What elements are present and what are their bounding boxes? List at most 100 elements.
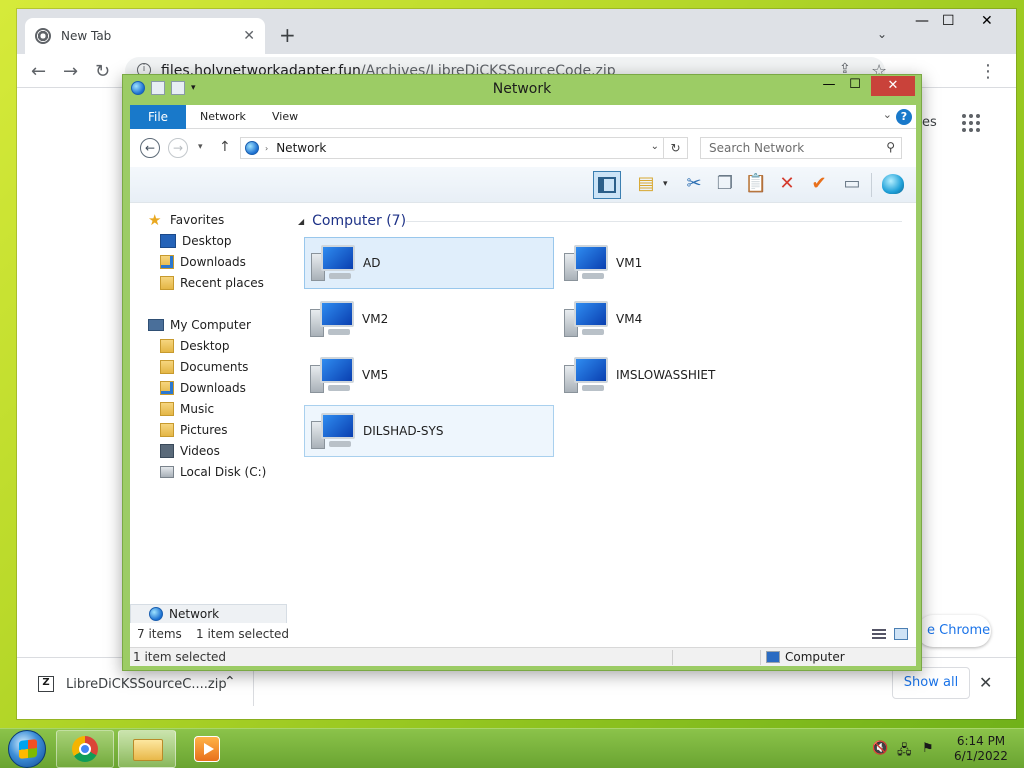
download-item-name[interactable]: LibreDiCKSSourceC....zip [66,677,227,692]
keyboard-icon[interactable]: ▭ [838,171,866,199]
computer-item-vm4[interactable]: VM4 [558,293,808,345]
ribbon-collapse-chevron-icon[interactable]: ⌄ [883,108,892,121]
computer-item-imslowasshiet[interactable]: IMSLOWASSHIET [558,349,808,401]
address-separator-icon[interactable]: › [265,144,268,153]
nav-fav-recent-places[interactable]: Recent places [160,276,264,290]
chrome-menu-button[interactable]: ⋮ [979,61,997,82]
tab-view[interactable]: View [272,110,298,123]
nav-mc-desktop[interactable]: Desktop [160,339,230,353]
nav-item-label: Desktop [180,339,230,353]
navigation-pane: ★ Favorites Desktop Downloads Recent pla… [130,203,288,624]
nav-mc-local-disk[interactable]: Local Disk (C:) [160,465,266,479]
forward-button[interactable]: → [63,61,78,82]
computer-item-dilshad-sys[interactable]: DILSHAD-SYS [304,405,554,457]
explorer-close-button[interactable]: ✕ [871,76,915,96]
group-header[interactable]: ◢ Computer (7) [298,213,406,229]
reload-button[interactable]: ↻ [95,61,110,82]
refresh-button[interactable]: ↻ [664,137,688,159]
nav-mc-music[interactable]: Music [160,402,214,416]
back-button[interactable]: ← [31,61,46,82]
address-bar[interactable]: › Network ⌄ [240,137,664,159]
action-center-flag-icon[interactable]: ⚑ [922,741,934,756]
explorer-titlebar[interactable]: ▾ Network — ☐ ✕ [123,75,921,105]
volume-muted-icon[interactable]: 🔇 [872,741,888,756]
explorer-maximize-button[interactable]: ☐ [841,77,869,97]
up-button[interactable]: ↑ [219,139,231,155]
downloads-folder-icon [160,381,174,395]
address-dropdown-icon[interactable]: ⌄ [651,141,659,152]
nav-item-label: Videos [180,444,220,458]
copy-icon[interactable]: ❐ [711,171,739,199]
start-button[interactable] [8,730,46,768]
nav-fav-downloads[interactable]: Downloads [160,255,246,269]
chrome-favicon-icon [35,28,51,44]
google-apps-icon[interactable] [962,114,980,132]
nav-network-item: Network [149,607,219,621]
details-view-icon[interactable] [872,629,886,641]
explorer-forward-button[interactable]: → [168,138,188,158]
nav-mc-pictures[interactable]: Pictures [160,423,228,437]
nav-mc-documents[interactable]: Documents [160,360,248,374]
group-header-label: Computer (7) [312,213,407,229]
large-icons-view-icon[interactable] [894,628,908,640]
explorer-back-button[interactable]: ← [140,138,160,158]
download-shelf-close-button[interactable]: ✕ [979,673,992,692]
computer-item-vm5[interactable]: VM5 [304,349,554,401]
taskbar-explorer-button[interactable] [118,730,176,768]
nav-item-label: Documents [180,360,249,374]
status-bar-bottom: 1 item selected Computer [130,647,916,666]
nav-mc-downloads[interactable]: Downloads [160,381,246,395]
chrome-maximize-button[interactable]: ☐ [942,13,955,29]
layout-pane-button[interactable] [593,171,621,199]
status-separator [760,650,761,665]
group-collapse-icon[interactable]: ◢ [298,217,304,226]
properties-dropdown-icon[interactable]: ▾ [663,179,668,189]
explorer-minimize-button[interactable]: — [815,77,843,97]
customize-chrome-button[interactable]: e Chrome [917,615,991,647]
computer-name: AD [363,256,381,270]
new-tab-button[interactable]: + [279,23,296,47]
clock[interactable]: 6:14 PM 6/1/2022 [946,734,1016,764]
network-tray-icon[interactable]: 🖧 [897,741,912,763]
local-disk-icon [160,466,174,478]
nav-network[interactable]: Network [130,604,287,624]
chrome-close-button[interactable]: ✕ [981,13,993,29]
nav-favorites[interactable]: ★ Favorites [148,211,224,229]
chrome-minimize-button[interactable]: — [915,13,929,29]
chrome-tab-close-button[interactable]: ✕ [243,28,255,44]
recent-locations-chevron-icon[interactable]: ▾ [198,142,203,152]
computer-item-vm1[interactable]: VM1 [558,237,808,289]
rename-check-icon[interactable]: ✔ [805,171,833,199]
media-player-icon[interactable] [194,736,220,762]
download-options-chevron-icon[interactable]: ⌃ [224,674,236,690]
computer-item-vm2[interactable]: VM2 [304,293,554,345]
chrome-tab[interactable]: New Tab ✕ [25,18,265,54]
tab-network[interactable]: Network [200,110,246,123]
paste-icon[interactable]: 📋 [742,171,770,199]
show-all-button[interactable]: Show all [892,667,970,699]
nav-fav-desktop[interactable]: Desktop [160,234,232,248]
properties-button[interactable]: ▤ [632,171,660,199]
search-icon[interactable]: ⚲ [886,140,895,154]
computer-name: VM5 [362,368,389,382]
address-location[interactable]: Network [276,141,326,155]
computer-item-ad[interactable]: AD [304,237,554,289]
address-row: ← → ▾ ↑ › Network ⌄ ↻ Search Network ⚲ [130,129,916,167]
explorer-icon [133,739,163,761]
nav-my-computer[interactable]: My Computer [148,318,251,332]
search-input[interactable]: Search Network ⚲ [700,137,902,159]
tab-file[interactable]: File [130,105,186,129]
chrome-icon [72,736,98,762]
cut-icon[interactable]: ✂ [680,171,708,199]
taskbar-chrome-button[interactable] [56,730,114,768]
nav-mc-videos[interactable]: Videos [160,444,220,458]
star-icon: ★ [148,211,162,229]
computer-icon [564,355,608,395]
explorer-window: ▾ Network — ☐ ✕ File Network View ⌄ ? ← … [122,74,922,671]
tab-search-button[interactable]: ⌄ [877,27,887,41]
command-separator [871,173,872,197]
delete-icon[interactable]: ✕ [773,171,801,199]
network-sharing-button[interactable] [879,171,907,199]
help-icon[interactable]: ? [896,109,912,125]
desktop-icon [160,234,176,248]
